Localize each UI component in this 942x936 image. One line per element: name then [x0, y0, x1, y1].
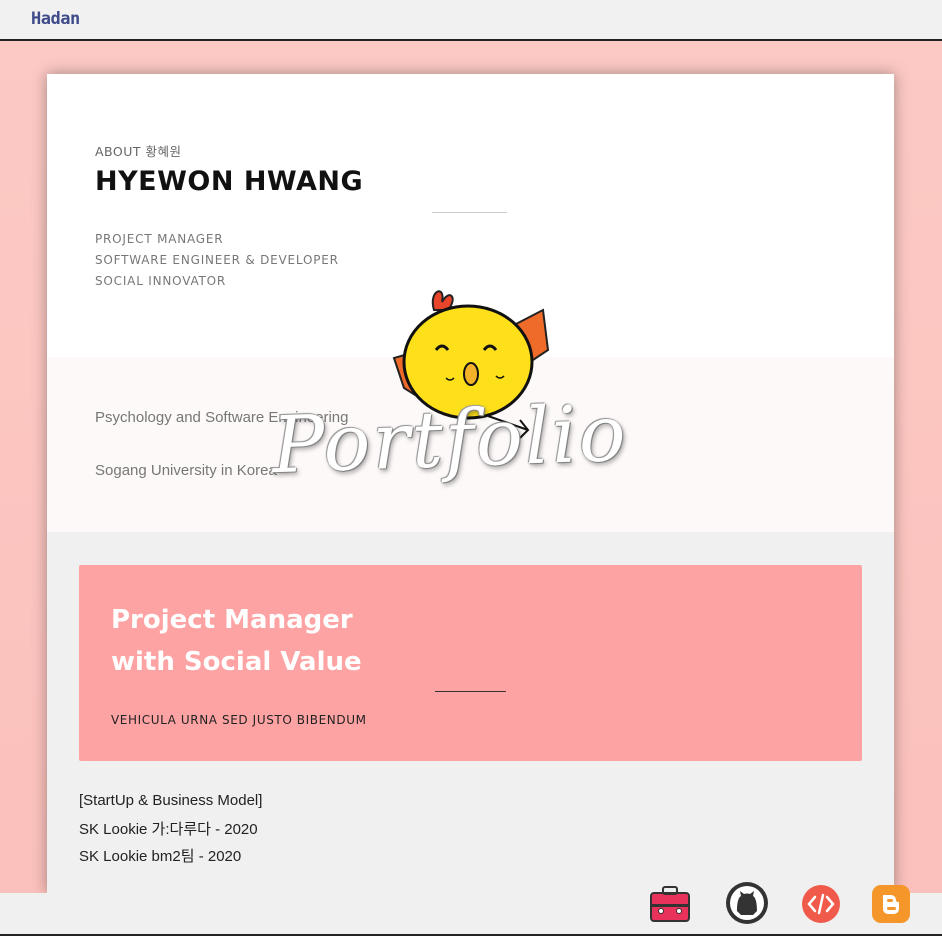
- project-item: SK Lookie 가:다루다 - 2020: [79, 821, 258, 838]
- highlight-title-line2: with Social Value: [111, 647, 362, 677]
- role-item: PROJECT MANAGER: [95, 232, 224, 246]
- highlight-panel: Project Manager with Social Value VEHICU…: [79, 565, 862, 761]
- profile-name: HYEWON HWANG: [95, 166, 364, 197]
- github-icon[interactable]: [725, 881, 769, 925]
- highlight-title: Project Manager with Social Value: [111, 599, 511, 683]
- portfolio-watermark: Portfolio: [270, 388, 630, 492]
- divider: [435, 691, 506, 692]
- divider: [432, 212, 507, 213]
- role-item: SOCIAL INNOVATOR: [95, 274, 227, 288]
- app-logo[interactable]: Hadan: [31, 9, 80, 29]
- toolbox-icon[interactable]: [650, 884, 690, 924]
- highlight-subtitle: VEHICULA URNA SED JUSTO BIBENDUM: [111, 713, 367, 727]
- role-item: SOFTWARE ENGINEER & DEVELOPER: [95, 253, 339, 267]
- blogger-icon[interactable]: [871, 884, 911, 924]
- code-icon[interactable]: [801, 884, 841, 924]
- highlight-title-line1: Project Manager: [111, 605, 353, 635]
- top-bar: Hadan: [0, 0, 942, 41]
- education-school: Sogang University in Korea: [95, 462, 277, 479]
- about-label: ABOUT 황혜원: [95, 144, 182, 159]
- projects-heading: [StartUp & Business Model]: [79, 792, 263, 809]
- project-item: SK Lookie bm2팀 - 2020: [79, 848, 242, 865]
